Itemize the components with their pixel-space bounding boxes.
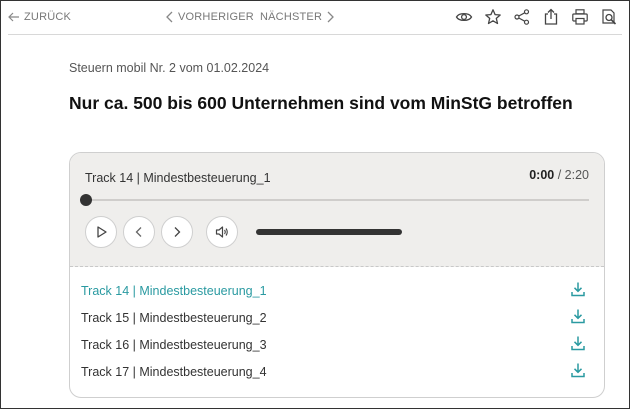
track-label: Track 15 | Mindestbesteuerung_2 [81, 311, 267, 325]
track-item-14[interactable]: Track 14 | Mindestbesteuerung_1 [70, 276, 604, 303]
arrow-left-icon [8, 12, 20, 22]
mute-button[interactable] [206, 216, 238, 248]
download-icon[interactable] [570, 308, 586, 324]
share-icon[interactable] [513, 8, 531, 26]
search-icon[interactable] [600, 8, 618, 26]
toolbar-icons [455, 8, 618, 26]
download-icon[interactable] [570, 335, 586, 351]
audio-player: Track 14 | Mindestbesteuerung_1 0:00 / 2… [69, 152, 605, 398]
volume-slider[interactable] [256, 229, 402, 235]
progress-handle[interactable] [80, 194, 92, 206]
next-link-label: NÄCHSTER [260, 11, 323, 23]
forward-button[interactable] [161, 216, 193, 248]
star-icon[interactable] [484, 8, 502, 26]
play-button[interactable] [85, 216, 117, 248]
chevron-right-icon [326, 11, 335, 23]
previous-link[interactable]: VORHERIGER [166, 11, 254, 23]
print-icon[interactable] [571, 8, 589, 26]
article-meta: Steuern mobil Nr. 2 vom 01.02.2024 [69, 61, 270, 75]
rewind-button[interactable] [123, 216, 155, 248]
chevron-left-icon [133, 226, 145, 238]
track-item-17[interactable]: Track 17 | Mindestbesteuerung_4 [70, 357, 604, 384]
chevron-right-icon [171, 226, 183, 238]
track-item-16[interactable]: Track 16 | Mindestbesteuerung_3 [70, 330, 604, 357]
top-navigation-bar: ZURÜCK VORHERIGER NÄCHSTER [8, 0, 622, 35]
next-link[interactable]: NÄCHSTER [260, 11, 335, 23]
chevron-left-icon [166, 11, 174, 23]
time-separator: / [554, 168, 565, 182]
download-icon[interactable] [570, 362, 586, 378]
progress-bar[interactable] [80, 194, 589, 206]
track-label: Track 14 | Mindestbesteuerung_1 [81, 284, 267, 298]
track-label: Track 17 | Mindestbesteuerung_4 [81, 365, 267, 379]
track-item-15[interactable]: Track 15 | Mindestbesteuerung_2 [70, 303, 604, 330]
track-label: Track 16 | Mindestbesteuerung_3 [81, 338, 267, 352]
download-icon[interactable] [570, 281, 586, 297]
article-title: Nur ca. 500 bis 600 Unternehmen sind vom… [69, 93, 573, 113]
time-current: 0:00 [529, 168, 555, 182]
eye-icon[interactable] [455, 8, 473, 26]
player-controls-panel: Track 14 | Mindestbesteuerung_1 0:00 / 2… [70, 153, 604, 267]
current-track-title: Track 14 | Mindestbesteuerung_1 [85, 171, 271, 185]
time-display: 0:00 / 2:20 [529, 168, 589, 182]
speaker-icon [215, 225, 229, 239]
track-list: Track 14 | Mindestbesteuerung_1 Track 15… [70, 276, 604, 384]
back-link-label: ZURÜCK [24, 11, 72, 23]
play-icon [94, 225, 108, 239]
back-link[interactable]: ZURÜCK [8, 11, 71, 23]
previous-link-label: VORHERIGER [178, 11, 254, 23]
time-total: 2:20 [564, 168, 589, 182]
export-icon[interactable] [542, 8, 560, 26]
